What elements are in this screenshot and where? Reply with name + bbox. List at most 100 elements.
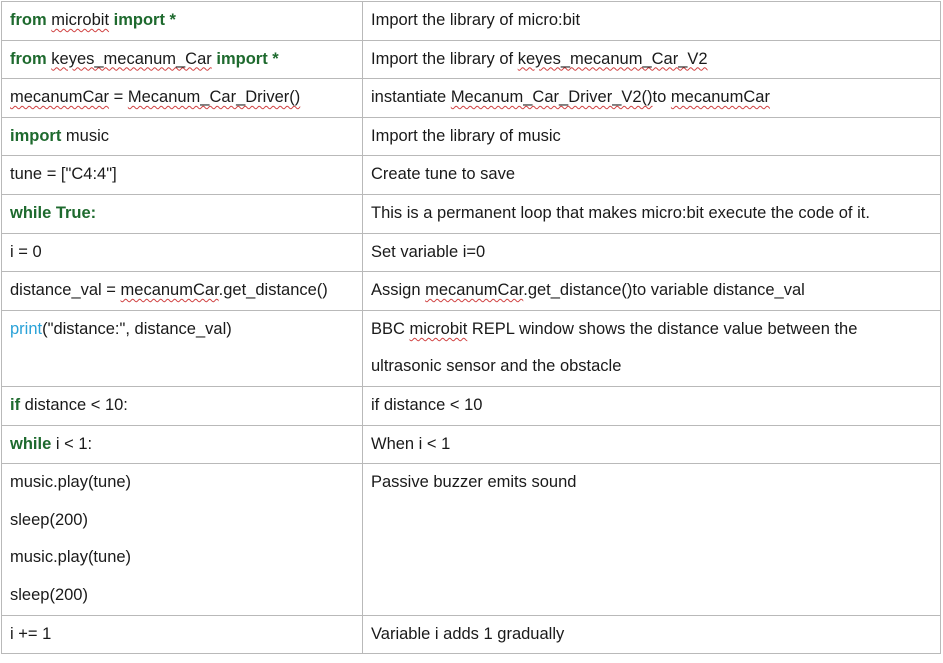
code-cell: import music: [1, 116, 363, 157]
keyword-token: while True:: [10, 203, 97, 222]
keyword-token: from: [10, 11, 47, 29]
text-token: This is a permanent loop that makes micr…: [371, 203, 870, 222]
text-token: keyes_mecanum_Car_V2: [517, 49, 708, 68]
code-line: music.play(tune): [10, 465, 354, 502]
keyword-token: while: [10, 434, 52, 453]
code-cell: music.play(tune) sleep(200) music.play(tun…: [1, 463, 363, 616]
code-token: keyes_mecanum_Car: [51, 49, 212, 68]
code-cell: print("distance:", distance_val): [1, 309, 363, 387]
code-cell: i = 0: [1, 232, 363, 273]
text-token: instantiate: [371, 88, 451, 107]
code-token: tune = ["C4:4"]: [10, 165, 117, 184]
code-cell: tune = ["C4:4"]: [1, 155, 363, 195]
code-line: print("distance:", distance_val): [10, 311, 354, 348]
code-line: i += 1: [10, 616, 354, 653]
code-token: sleep(200): [10, 585, 88, 604]
description-cell: Import the library of micro:bit: [362, 1, 941, 41]
description-line: Assign mecanumCar.get_distance()to varia…: [371, 273, 932, 310]
keyword-token: import: [10, 126, 62, 145]
text-token: BBC: [371, 319, 410, 338]
code-token: music.play(tune): [10, 473, 132, 492]
table-row: tune = ["C4:4"] Create tune to save: [1, 155, 941, 195]
text-token: Set variable i=0: [371, 242, 486, 261]
code-line: from keyes_mecanum_Car import *: [10, 41, 354, 78]
description-line: Set variable i=0: [371, 234, 932, 271]
text-token: to: [652, 88, 671, 107]
code-token: distance < 10:: [20, 395, 128, 414]
code-line: distance_val = mecanumCar.get_distance(): [10, 273, 354, 310]
code-cell: i += 1: [1, 614, 363, 655]
table-row: from microbit import * Import the library…: [1, 1, 941, 41]
table-row: import music Import the library of music: [1, 116, 941, 157]
description-cell: Assign mecanumCar.get_distance()to varia…: [362, 271, 941, 311]
code-line: while i < 1:: [10, 426, 354, 463]
code-line: mecanumCar = Mecanum_Car_Driver(): [10, 80, 354, 117]
table-row: i = 0 Set variable i=0: [1, 232, 941, 273]
table-row: while True: This is a permanent loop that…: [1, 193, 941, 234]
text-token: mecanumCar: [425, 281, 524, 300]
code-token: i += 1: [10, 624, 52, 643]
description-line: Create tune to save: [371, 157, 932, 194]
code-cell: from microbit import *: [1, 1, 363, 41]
code-token: Mecanum_Car_Driver(): [127, 88, 301, 107]
description-cell: instantiate Mecanum_Car_Driver_V2()to me…: [362, 78, 941, 118]
code-token: i < 1:: [51, 434, 93, 453]
text-token: Mecanum_Car_Driver_V2(): [450, 88, 653, 107]
description-line: This is a permanent loop that makes micr…: [371, 195, 932, 232]
description-line: Import the library of keyes_mecanum_Car_…: [371, 41, 932, 78]
code-cell: mecanumCar = Mecanum_Car_Driver(): [1, 78, 363, 118]
table-row: print("distance:", distance_val) BBC micr…: [1, 309, 941, 387]
description-cell: Import the library of music: [362, 116, 941, 157]
code-token: distance_val =: [10, 281, 121, 300]
code-cell: if distance < 10:: [1, 385, 363, 426]
code-token: mecanumCar: [120, 281, 219, 300]
keyword-token: if: [10, 395, 21, 414]
text-token: REPL window shows the distance value bet…: [467, 319, 858, 338]
description-cell: Passive buzzer emits sound: [362, 463, 941, 616]
code-token: music.play(tune): [10, 548, 132, 567]
code-line: tune = ["C4:4"]: [10, 157, 354, 194]
code-token: sleep(200): [10, 510, 88, 529]
text-token: Variable i adds 1 gradually: [371, 624, 565, 643]
text-token: Import the library of micro:bit: [371, 11, 581, 29]
code-cell: while True:: [1, 193, 363, 234]
text-token: Create tune to save: [371, 165, 516, 184]
keyword-token: import *: [216, 49, 279, 68]
description-cell: Set variable i=0: [362, 232, 941, 273]
table-row: if distance < 10: if distance < 10: [1, 385, 941, 426]
description-line: if distance < 10: [371, 387, 932, 424]
table-row: i += 1 Variable i adds 1 gradually: [1, 614, 941, 655]
text-token: .get_distance()to variable distance_val: [523, 281, 805, 300]
code-line: while True:: [10, 195, 354, 232]
table-row: mecanumCar = Mecanum_Car_Driver() instant…: [1, 78, 941, 118]
text-token: ultrasonic sensor and the obstacle: [371, 357, 622, 376]
description-cell: This is a permanent loop that makes micr…: [362, 193, 941, 234]
description-line: Variable i adds 1 gradually: [371, 616, 932, 653]
description-line: Import the library of music: [371, 118, 932, 155]
text-token: if distance < 10: [371, 395, 483, 414]
keyword-token: import *: [113, 11, 176, 29]
description-cell: Create tune to save: [362, 155, 941, 195]
description-line: ultrasonic sensor and the obstacle: [371, 348, 932, 385]
description-line: BBC microbit REPL window shows the dista…: [371, 311, 932, 348]
code-token: mecanumCar: [10, 88, 110, 107]
code-line: sleep(200): [10, 502, 354, 540]
code-token: music: [61, 126, 110, 145]
table-row: while i < 1: When i < 1: [1, 424, 941, 465]
table-row: music.play(tune) sleep(200) music.play(tun…: [1, 463, 941, 616]
code-cell: from keyes_mecanum_Car import *: [1, 39, 363, 80]
text-token: Import the library of: [371, 49, 518, 68]
description-cell: Import the library of keyes_mecanum_Car_…: [362, 39, 941, 80]
description-line: Passive buzzer emits sound: [371, 465, 932, 502]
code-line: sleep(200): [10, 577, 354, 614]
text-token: mecanumCar: [670, 88, 770, 107]
table-row: distance_val = mecanumCar.get_distance()…: [1, 271, 941, 311]
description-line: Import the library of micro:bit: [371, 2, 932, 39]
description-cell: if distance < 10: [362, 385, 941, 426]
description-cell: When i < 1: [362, 424, 941, 465]
description-line: instantiate Mecanum_Car_Driver_V2()to me…: [371, 80, 932, 117]
text-token: microbit: [409, 319, 468, 338]
text-token: Import the library of music: [371, 126, 561, 145]
code-token: i = 0: [10, 242, 42, 261]
description-line: When i < 1: [371, 426, 932, 463]
